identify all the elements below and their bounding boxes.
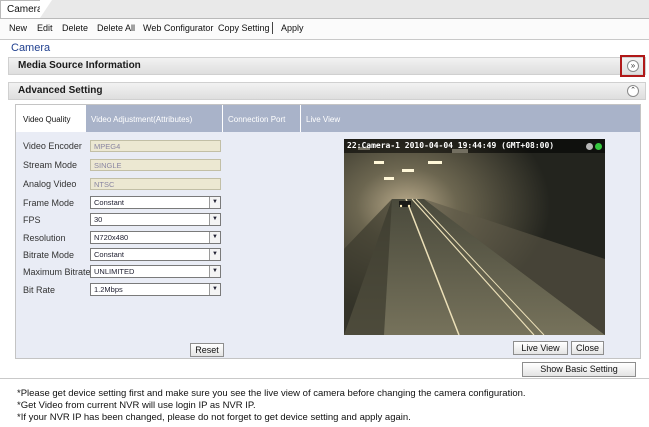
resolution-label: Resolution	[23, 233, 66, 243]
dropdown-arrow-icon: ▼	[209, 284, 220, 295]
window-tab-camera[interactable]: Camera	[0, 0, 44, 18]
tab-connection-port[interactable]: Connection Port	[223, 105, 301, 132]
bitrate-mode-value: Constant	[94, 250, 125, 259]
double-chevron-up-icon[interactable]: ⌃	[627, 85, 639, 97]
advanced-section-title: Advanced Setting	[18, 85, 103, 96]
delete-button[interactable]: Delete	[62, 23, 88, 33]
show-basic-setting-button[interactable]: Show Basic Setting	[522, 362, 636, 377]
page-title: Camera	[11, 42, 51, 54]
status-grey-icon	[586, 143, 593, 150]
bitrate-mode-label: Bitrate Mode	[23, 250, 75, 260]
stream-mode-label: Stream Mode	[23, 160, 78, 170]
frame-mode-select[interactable]: Constant ▼	[90, 196, 221, 209]
dropdown-arrow-icon: ▼	[209, 266, 220, 277]
video-encoder-label: Video Encoder	[23, 141, 82, 151]
advanced-section-header[interactable]	[8, 82, 646, 100]
fps-label: FPS	[23, 215, 41, 225]
maximum-bitrate-select[interactable]: UNLIMITED ▼	[90, 265, 221, 278]
tunnel-video-frame	[344, 139, 605, 335]
video-timestamp-overlay: 22:Camera-1 2010-04-04 19:44:49 (GMT+08:…	[344, 139, 605, 153]
resolution-value: N720x480	[94, 233, 129, 242]
analog-video-field: NTSC	[90, 178, 221, 190]
note-line-3: *If your NVR IP has been changed, please…	[17, 412, 411, 423]
toolbar-separator	[272, 22, 273, 34]
video-encoder-field: MPEG4	[90, 140, 221, 152]
stream-mode-field: SINGLE	[90, 159, 221, 171]
dropdown-arrow-icon: ▼	[209, 197, 220, 208]
frame-mode-value: Constant	[94, 198, 125, 207]
frame-mode-label: Frame Mode	[23, 198, 75, 208]
bit-rate-label: Bit Rate	[23, 285, 56, 295]
new-button[interactable]: New	[9, 23, 27, 33]
dropdown-arrow-icon: ▼	[209, 214, 220, 225]
maximum-bitrate-label: Maximum Bitrate	[23, 267, 91, 277]
live-video-view	[344, 139, 605, 335]
fps-value: 30	[94, 215, 103, 224]
bit-rate-select[interactable]: 1.2Mbps ▼	[90, 283, 221, 296]
media-source-section-title: Media Source Information	[18, 60, 141, 71]
note-line-2: *Get Video from current NVR will use log…	[17, 400, 256, 411]
status-green-icon	[595, 143, 602, 150]
dropdown-arrow-icon: ▼	[209, 232, 220, 243]
close-button[interactable]: Close	[571, 341, 604, 355]
live-view-button[interactable]: Live View	[513, 341, 568, 355]
reset-button[interactable]: Reset	[190, 343, 224, 357]
tab-video-adjustment[interactable]: Video Adjustment(Attributes)	[86, 105, 223, 132]
window-tab-bar	[0, 0, 649, 19]
tab-video-quality[interactable]: Video Quality	[16, 105, 86, 132]
highlight-box	[620, 55, 645, 77]
fps-select[interactable]: 30 ▼	[90, 213, 221, 226]
apply-button[interactable]: Apply	[281, 23, 304, 33]
analog-video-label: Analog Video	[23, 179, 77, 189]
bit-rate-value: 1.2Mbps	[94, 285, 123, 294]
copy-setting-button[interactable]: Copy Setting	[218, 23, 270, 33]
bitrate-mode-select[interactable]: Constant ▼	[90, 248, 221, 261]
dropdown-arrow-icon: ▼	[209, 249, 220, 260]
tab-live-view[interactable]: Live View	[301, 105, 361, 132]
maximum-bitrate-value: UNLIMITED	[94, 267, 135, 276]
notes-divider	[0, 378, 649, 379]
note-line-1: *Please get device setting first and mak…	[17, 388, 526, 399]
edit-button[interactable]: Edit	[37, 23, 53, 33]
resolution-select[interactable]: N720x480 ▼	[90, 231, 221, 244]
window-tab-edge	[40, 0, 52, 18]
web-configurator-button[interactable]: Web Configurator	[143, 23, 213, 33]
delete-all-button[interactable]: Delete All	[97, 23, 135, 33]
